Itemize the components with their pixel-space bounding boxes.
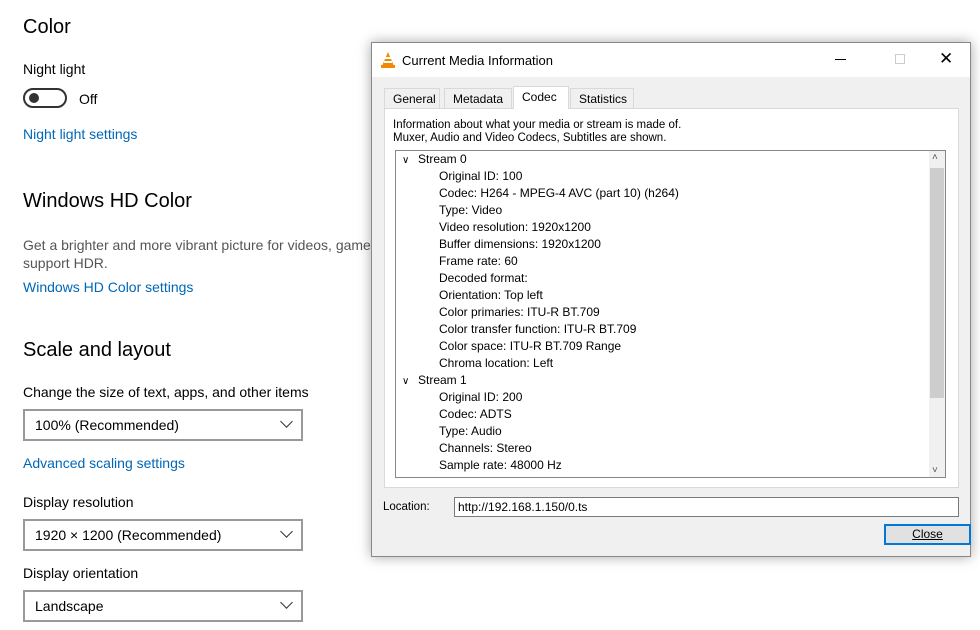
location-field[interactable]: http://192.168.1.150/0.ts — [454, 497, 959, 517]
scale-layout-heading: Scale and layout — [23, 339, 171, 361]
night-light-label: Night light — [23, 61, 86, 77]
stream-node[interactable]: ∨ Stream 0 — [402, 151, 467, 168]
night-light-settings-link[interactable]: Night light settings — [23, 126, 137, 142]
location-label: Location: — [383, 501, 430, 513]
tab-label: Statistics — [579, 92, 628, 106]
dialog-title: Current Media Information — [402, 53, 554, 68]
hd-color-settings-link[interactable]: Windows HD Color settings — [23, 279, 193, 295]
scroll-up-icon[interactable]: ˄ — [932, 152, 938, 163]
stream-property: Original ID: 100 — [439, 169, 523, 183]
color-heading: Color — [23, 16, 71, 38]
resolution-label: Display resolution — [23, 494, 134, 510]
chevron-down-icon[interactable]: ∨ — [402, 373, 418, 390]
stream-property: Codec: ADTS — [439, 407, 512, 421]
stream-property: Orientation: Top left — [439, 288, 543, 302]
hd-color-heading: Windows HD Color — [23, 190, 192, 212]
scrollbar[interactable]: ˄ ˅ — [929, 151, 945, 477]
orientation-dropdown[interactable]: Landscape — [23, 590, 303, 622]
tab-label: Metadata — [453, 92, 504, 106]
stream-property: Video resolution: 1920x1200 — [439, 220, 591, 234]
tab-label: Codec — [522, 90, 557, 104]
toggle-knob — [29, 93, 39, 103]
stream-property: Sample rate: 48000 Hz — [439, 458, 562, 472]
stream-name: Stream 1 — [418, 373, 467, 387]
stream-property: Type: Video — [439, 203, 503, 217]
chevron-down-icon — [280, 415, 293, 428]
info-text-2: Muxer, Audio and Video Codecs, Subtitles… — [393, 132, 667, 144]
tab-statistics[interactable]: Statistics — [570, 88, 634, 108]
chevron-down-icon — [280, 525, 293, 538]
stream-property: Color transfer function: ITU-R BT.709 — [439, 322, 637, 336]
chevron-down-icon[interactable]: ∨ — [402, 152, 418, 169]
media-info-dialog: Current Media Information ✕ General Meta… — [371, 42, 971, 557]
tab-label: General — [393, 92, 436, 106]
hd-color-description-2: support HDR. — [23, 255, 108, 271]
tab-metadata[interactable]: Metadata — [444, 88, 512, 108]
orientation-value: Landscape — [35, 598, 104, 614]
stream-property: Color space: ITU-R BT.709 Range — [439, 339, 622, 353]
chevron-down-icon — [280, 596, 293, 609]
scale-value: 100% (Recommended) — [35, 417, 179, 433]
close-window-button[interactable]: ✕ — [939, 49, 953, 69]
stream-property: Decoded format: — [439, 271, 528, 285]
stream-property: Channels: Stereo — [439, 441, 532, 455]
tab-general[interactable]: General — [384, 88, 440, 108]
stream-node[interactable]: ∨ Stream 1 — [402, 372, 467, 389]
stream-property: Codec: H264 - MPEG-4 AVC (part 10) (h264… — [439, 186, 679, 200]
stream-property: Color primaries: ITU-R BT.709 — [439, 305, 600, 319]
info-text: Information about what your media or str… — [393, 119, 682, 131]
scroll-down-icon[interactable]: ˅ — [932, 465, 938, 476]
stream-property: Buffer dimensions: 1920x1200 — [439, 237, 601, 251]
stream-property: Frame rate: 60 — [439, 254, 518, 268]
scale-dropdown[interactable]: 100% (Recommended) — [23, 409, 303, 441]
close-button[interactable]: Close — [884, 524, 971, 545]
hd-color-description: Get a brighter and more vibrant picture … — [23, 237, 378, 253]
advanced-scaling-link[interactable]: Advanced scaling settings — [23, 455, 185, 471]
scale-label: Change the size of text, apps, and other… — [23, 384, 309, 400]
resolution-value: 1920 × 1200 (Recommended) — [35, 527, 222, 543]
stream-property: Type: Audio — [439, 424, 502, 438]
title-bar: Current Media Information ✕ — [372, 43, 970, 77]
resolution-dropdown[interactable]: 1920 × 1200 (Recommended) — [23, 519, 303, 551]
night-light-state: Off — [79, 91, 98, 107]
maximize-button[interactable] — [895, 54, 905, 64]
orientation-label: Display orientation — [23, 565, 139, 581]
stream-property: Chroma location: Left — [439, 356, 554, 370]
minimize-button[interactable] — [835, 59, 846, 60]
scrollbar-thumb[interactable] — [930, 168, 944, 398]
stream-name: Stream 0 — [418, 152, 467, 166]
tab-codec[interactable]: Codec — [513, 86, 569, 109]
codec-panel: Information about what your media or str… — [384, 108, 959, 488]
stream-property: Original ID: 200 — [439, 390, 523, 404]
vlc-cone-icon — [381, 52, 395, 68]
night-light-toggle[interactable] — [23, 88, 67, 108]
codec-tree[interactable]: ˄ ˅ ∨ Stream 0 Original ID: 100 Codec: H264… — [395, 150, 946, 478]
